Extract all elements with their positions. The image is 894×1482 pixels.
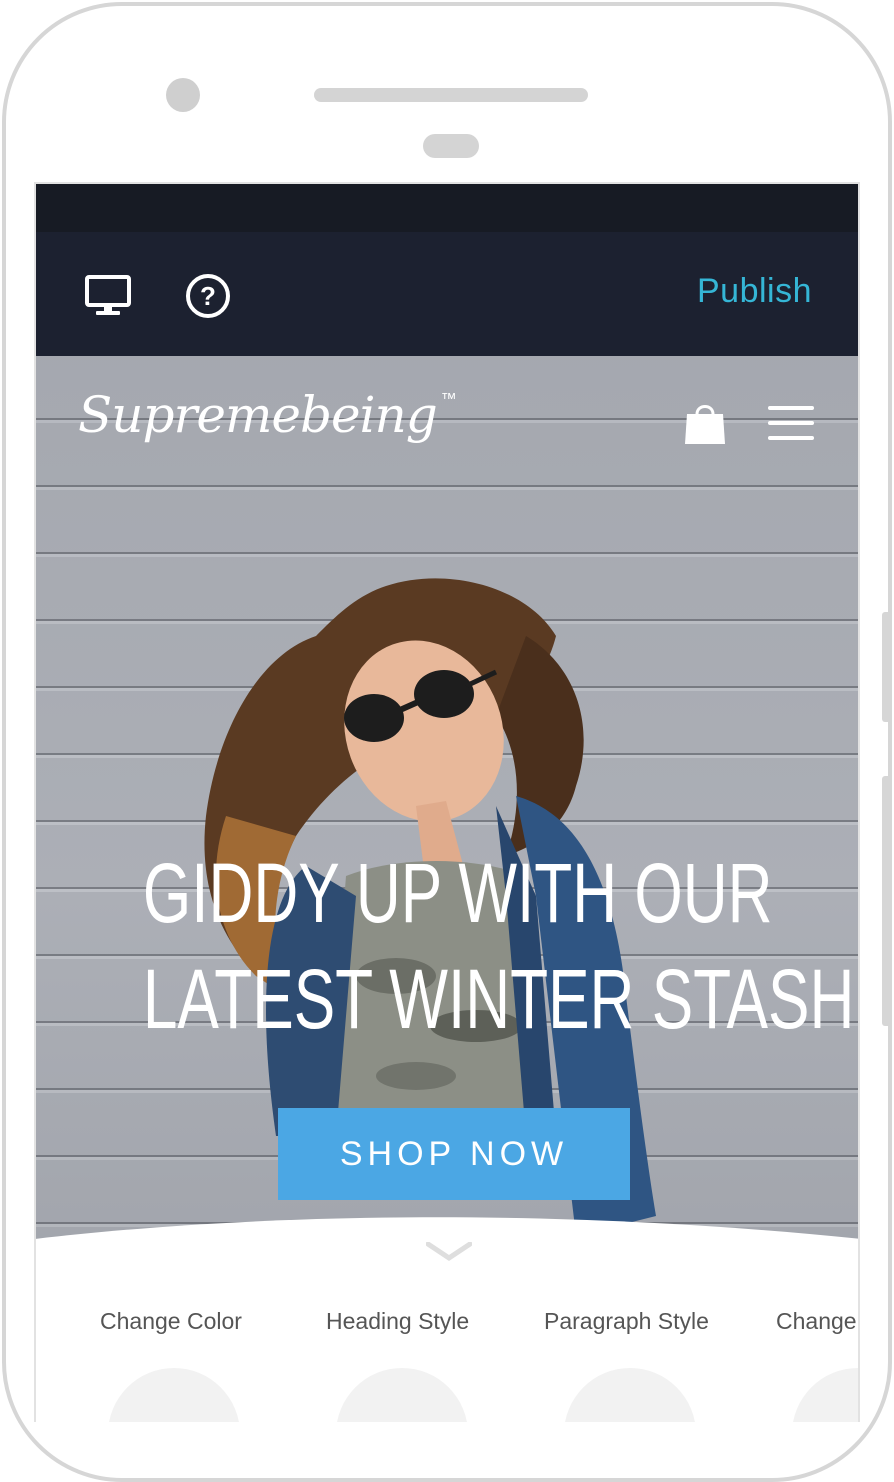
shop-now-button[interactable]: SHOP NOW: [278, 1108, 630, 1200]
logo-text: Supremebeing: [78, 386, 438, 444]
proximity-sensor: [423, 134, 479, 158]
style-options-bar: Change Color Heading Style Paragraph Sty…: [36, 1308, 858, 1348]
tab-paragraph-style[interactable]: Paragraph Style: [544, 1308, 709, 1335]
shopping-bag-icon[interactable]: [684, 400, 726, 451]
power-button: [882, 776, 888, 1026]
headline-line-2: LATEST WINTER STASH: [142, 952, 855, 1046]
tab-change-more[interactable]: Change: [776, 1308, 857, 1335]
front-camera: [166, 78, 200, 112]
tab-heading-style[interactable]: Heading Style: [326, 1308, 469, 1335]
logo-trademark: ™: [440, 391, 457, 408]
menu-bar-bottom: [768, 436, 814, 440]
hero-headline: GIDDY UP WITH OUR LATEST WINTER STASH: [142, 840, 855, 1052]
site-logo[interactable]: Supremebeing ™: [78, 386, 457, 444]
headline-line-1: GIDDY UP WITH OUR: [142, 846, 773, 940]
earpiece-speaker: [314, 88, 588, 102]
tab-change-color[interactable]: Change Color: [100, 1308, 242, 1335]
chevron-down-icon[interactable]: [425, 1241, 473, 1267]
editor-toolbar: ? Publish: [36, 232, 858, 356]
svg-text:?: ?: [200, 281, 216, 311]
question-circle-icon[interactable]: ?: [184, 272, 232, 320]
volume-button: [882, 612, 888, 722]
status-bar: [36, 184, 858, 232]
hamburger-menu-icon[interactable]: [768, 406, 814, 440]
desktop-monitor-icon[interactable]: [84, 272, 132, 320]
hero-section: Supremebeing ™ GIDDY UP WITH OUR LATEST W…: [36, 356, 858, 1252]
device-screen: ? Publish Supremebeing ™ GIDDY UP WITH O…: [34, 182, 860, 1422]
menu-bar-middle: [768, 421, 814, 425]
menu-bar-top: [768, 406, 814, 410]
publish-button[interactable]: Publish: [697, 272, 812, 311]
